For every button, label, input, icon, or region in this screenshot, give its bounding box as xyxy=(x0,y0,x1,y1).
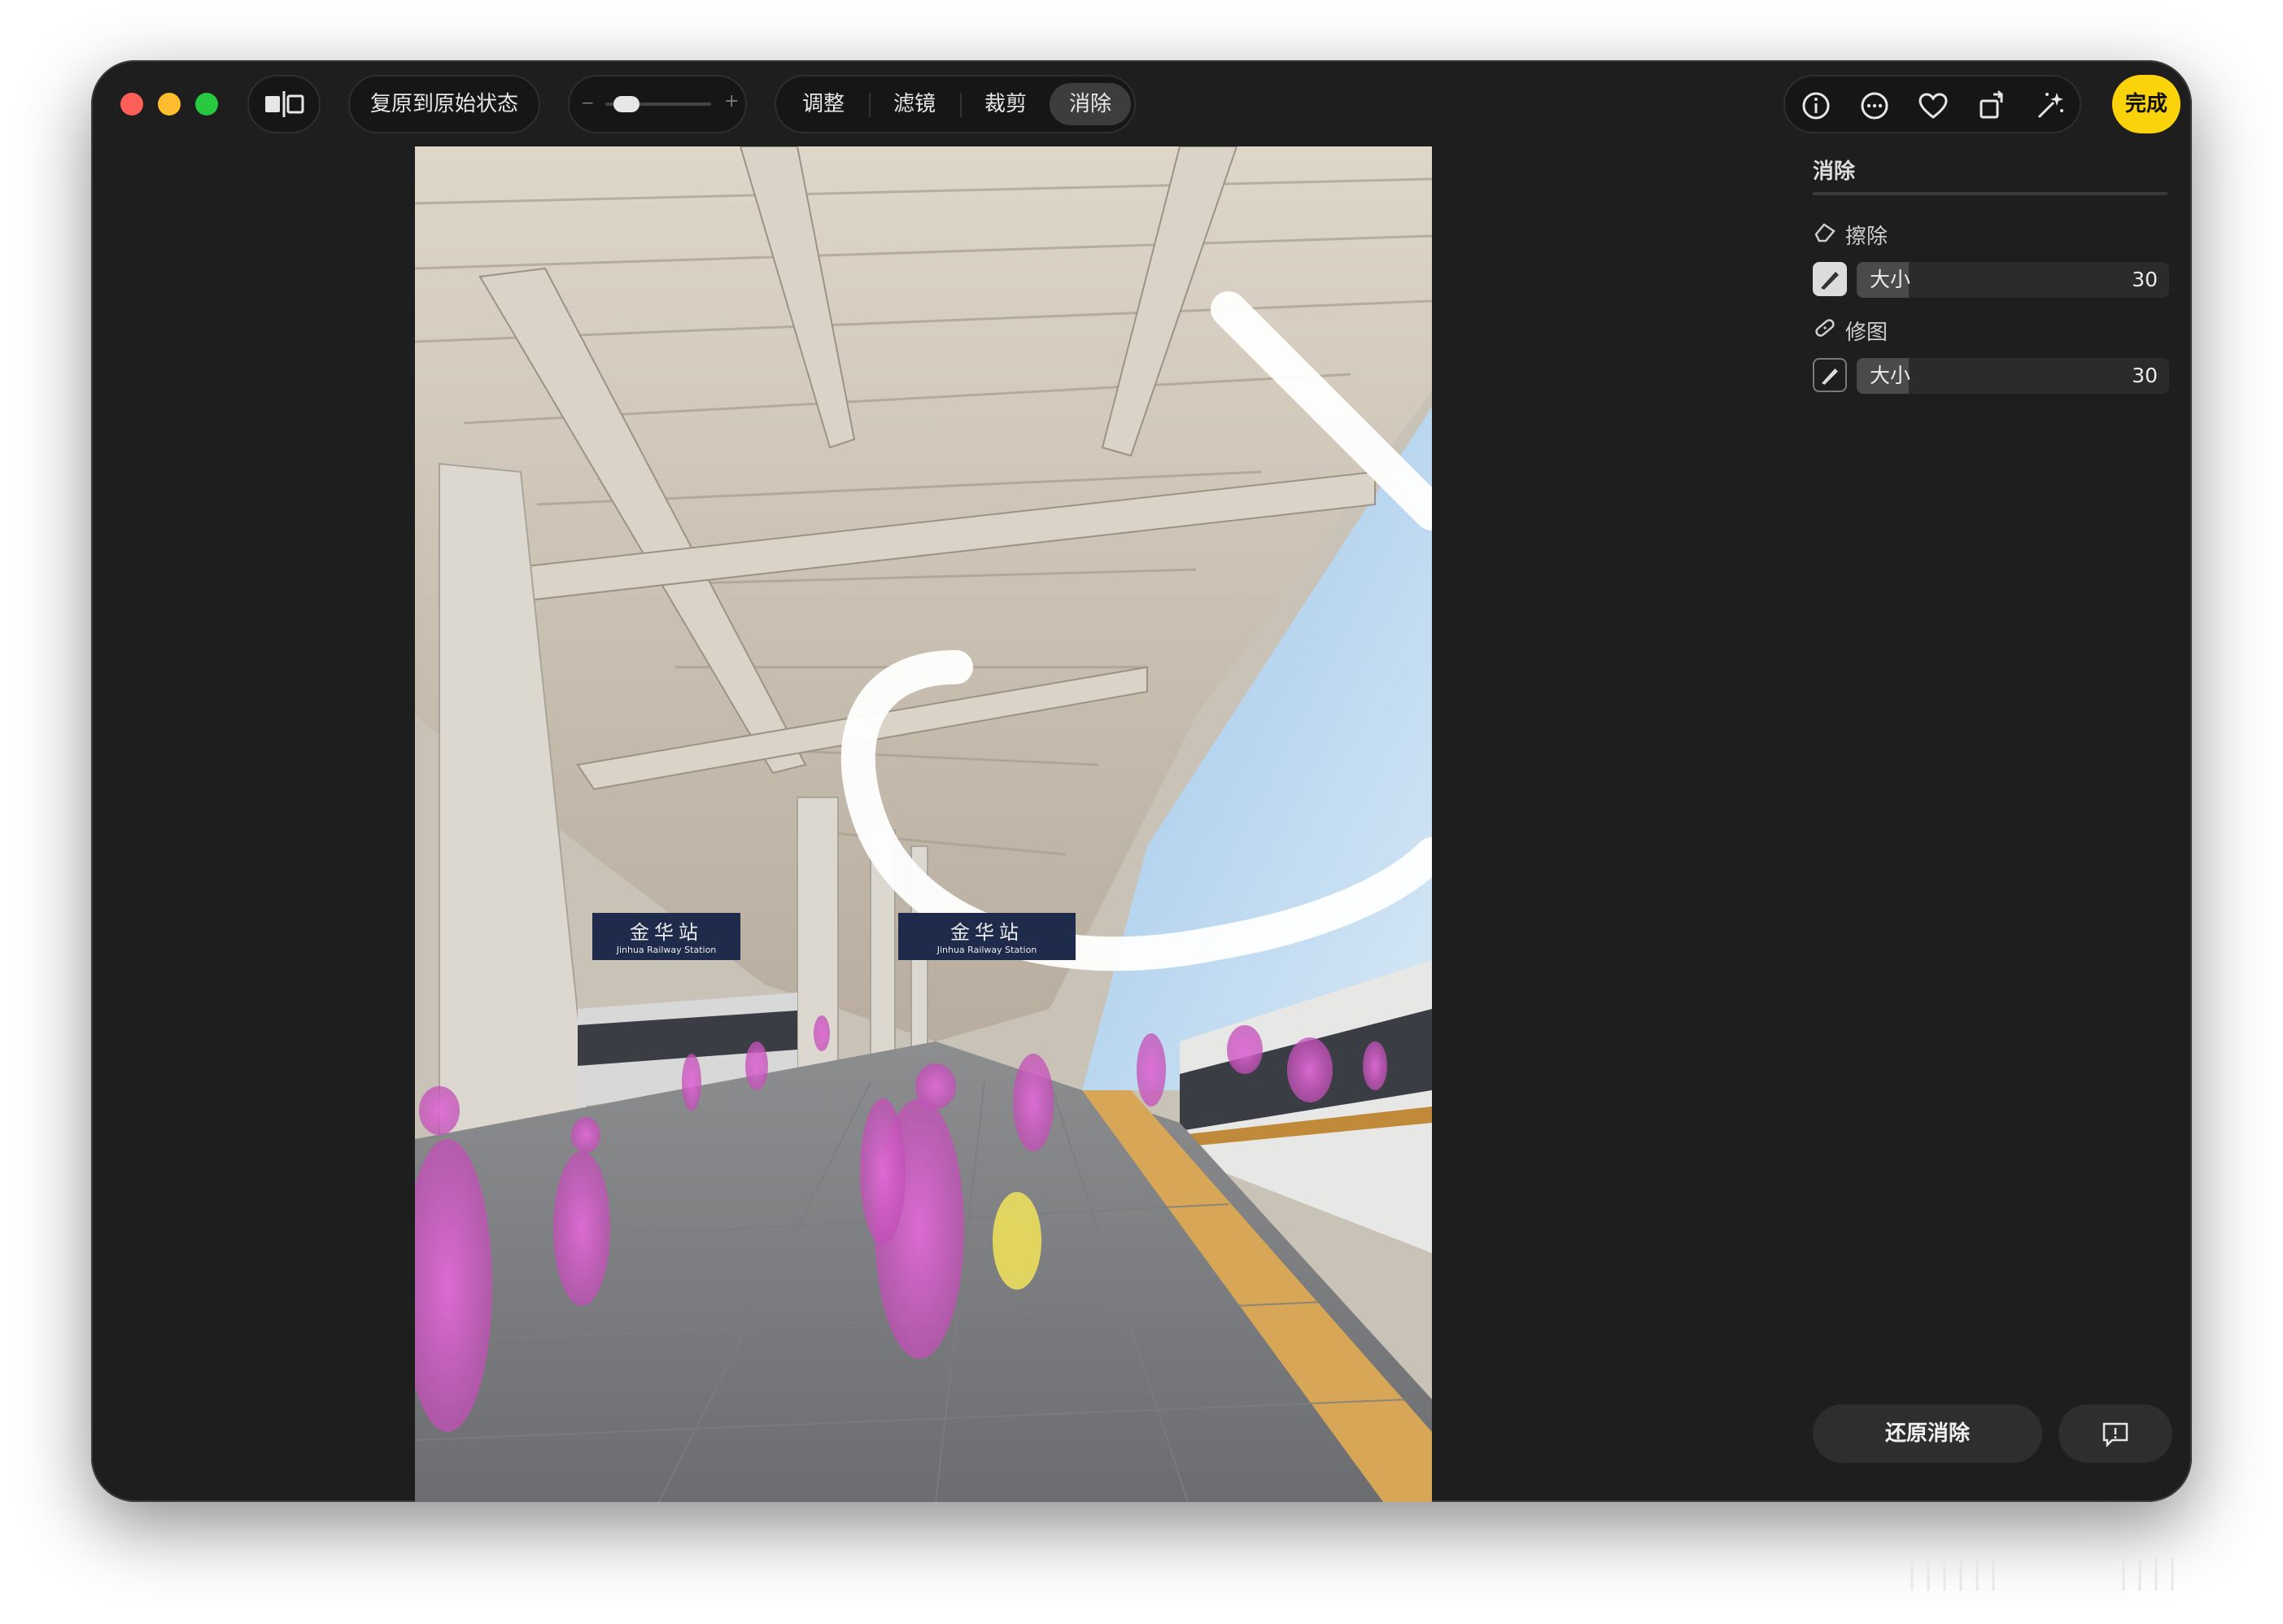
erase-brush-button[interactable] xyxy=(1813,262,1847,296)
bandage-icon xyxy=(1815,319,1835,337)
retouch-size-label: 大小 xyxy=(1870,364,1911,387)
retouch-size-slider[interactable]: 大小 30 xyxy=(1857,358,2169,394)
scroll-indicator xyxy=(1910,1558,2174,1591)
tab-adjust[interactable]: 调整 xyxy=(781,83,866,125)
edit-mode-tabs: 调整 滤镜 裁剪 消除 xyxy=(775,75,1136,133)
erase-label: 擦除 xyxy=(1845,225,1888,249)
zoom-out-icon: − xyxy=(581,93,595,112)
revert-to-original-button[interactable]: 复原到原始状态 xyxy=(348,75,540,133)
zoom-in-icon: + xyxy=(724,91,740,111)
clean-up-panel: 消除 擦除 大小 30 修图 大小 30 还原消除 xyxy=(1800,60,2182,1502)
erase-size-value: 30 xyxy=(2132,268,2158,291)
brush-icon xyxy=(1821,272,1839,290)
retouch-label: 修图 xyxy=(1845,321,1888,345)
photos-editor-window: 复原到原始状态 − + 调整 滤镜 裁剪 消除 完成 金华站 Jinhua Ra… xyxy=(91,60,2192,1502)
close-window-button[interactable] xyxy=(120,93,143,116)
retouch-size-value: 30 xyxy=(2132,364,2158,387)
brush-icon xyxy=(1822,368,1838,385)
zoom-window-button[interactable] xyxy=(195,93,218,116)
zoom-knob[interactable] xyxy=(613,96,640,112)
railway-platform-photo xyxy=(415,146,1432,1502)
station-sign: 金华站 Jinhua Railway Station xyxy=(592,913,740,960)
panel-title: 消除 xyxy=(1813,159,1856,184)
retouch-brush-button[interactable] xyxy=(1813,358,1847,392)
tab-divider xyxy=(869,93,871,117)
zoom-slider[interactable]: − + xyxy=(568,75,747,133)
tab-crop[interactable]: 裁剪 xyxy=(963,83,1048,125)
feedback-icon xyxy=(2102,1422,2128,1448)
panel-divider xyxy=(1813,192,2167,195)
minimize-window-button[interactable] xyxy=(158,93,181,116)
restore-clean-up-button[interactable]: 还原消除 xyxy=(1813,1404,2042,1463)
tab-filters[interactable]: 滤镜 xyxy=(872,83,957,125)
tab-clean-up[interactable]: 消除 xyxy=(1050,83,1131,125)
tab-divider xyxy=(960,93,962,117)
erase-size-label: 大小 xyxy=(1870,268,1911,291)
photo-canvas[interactable]: 金华站 Jinhua Railway Station 金华站 Jinhua Ra… xyxy=(415,146,1432,1502)
compare-toggle-button[interactable] xyxy=(247,75,321,133)
station-sign: 金华站 Jinhua Railway Station xyxy=(898,913,1076,960)
feedback-button[interactable] xyxy=(2058,1404,2172,1463)
compare-icon xyxy=(265,91,304,117)
revert-label: 复原到原始状态 xyxy=(369,92,518,116)
erase-size-slider[interactable]: 大小 30 xyxy=(1857,262,2169,298)
eraser-icon xyxy=(1814,223,1836,242)
